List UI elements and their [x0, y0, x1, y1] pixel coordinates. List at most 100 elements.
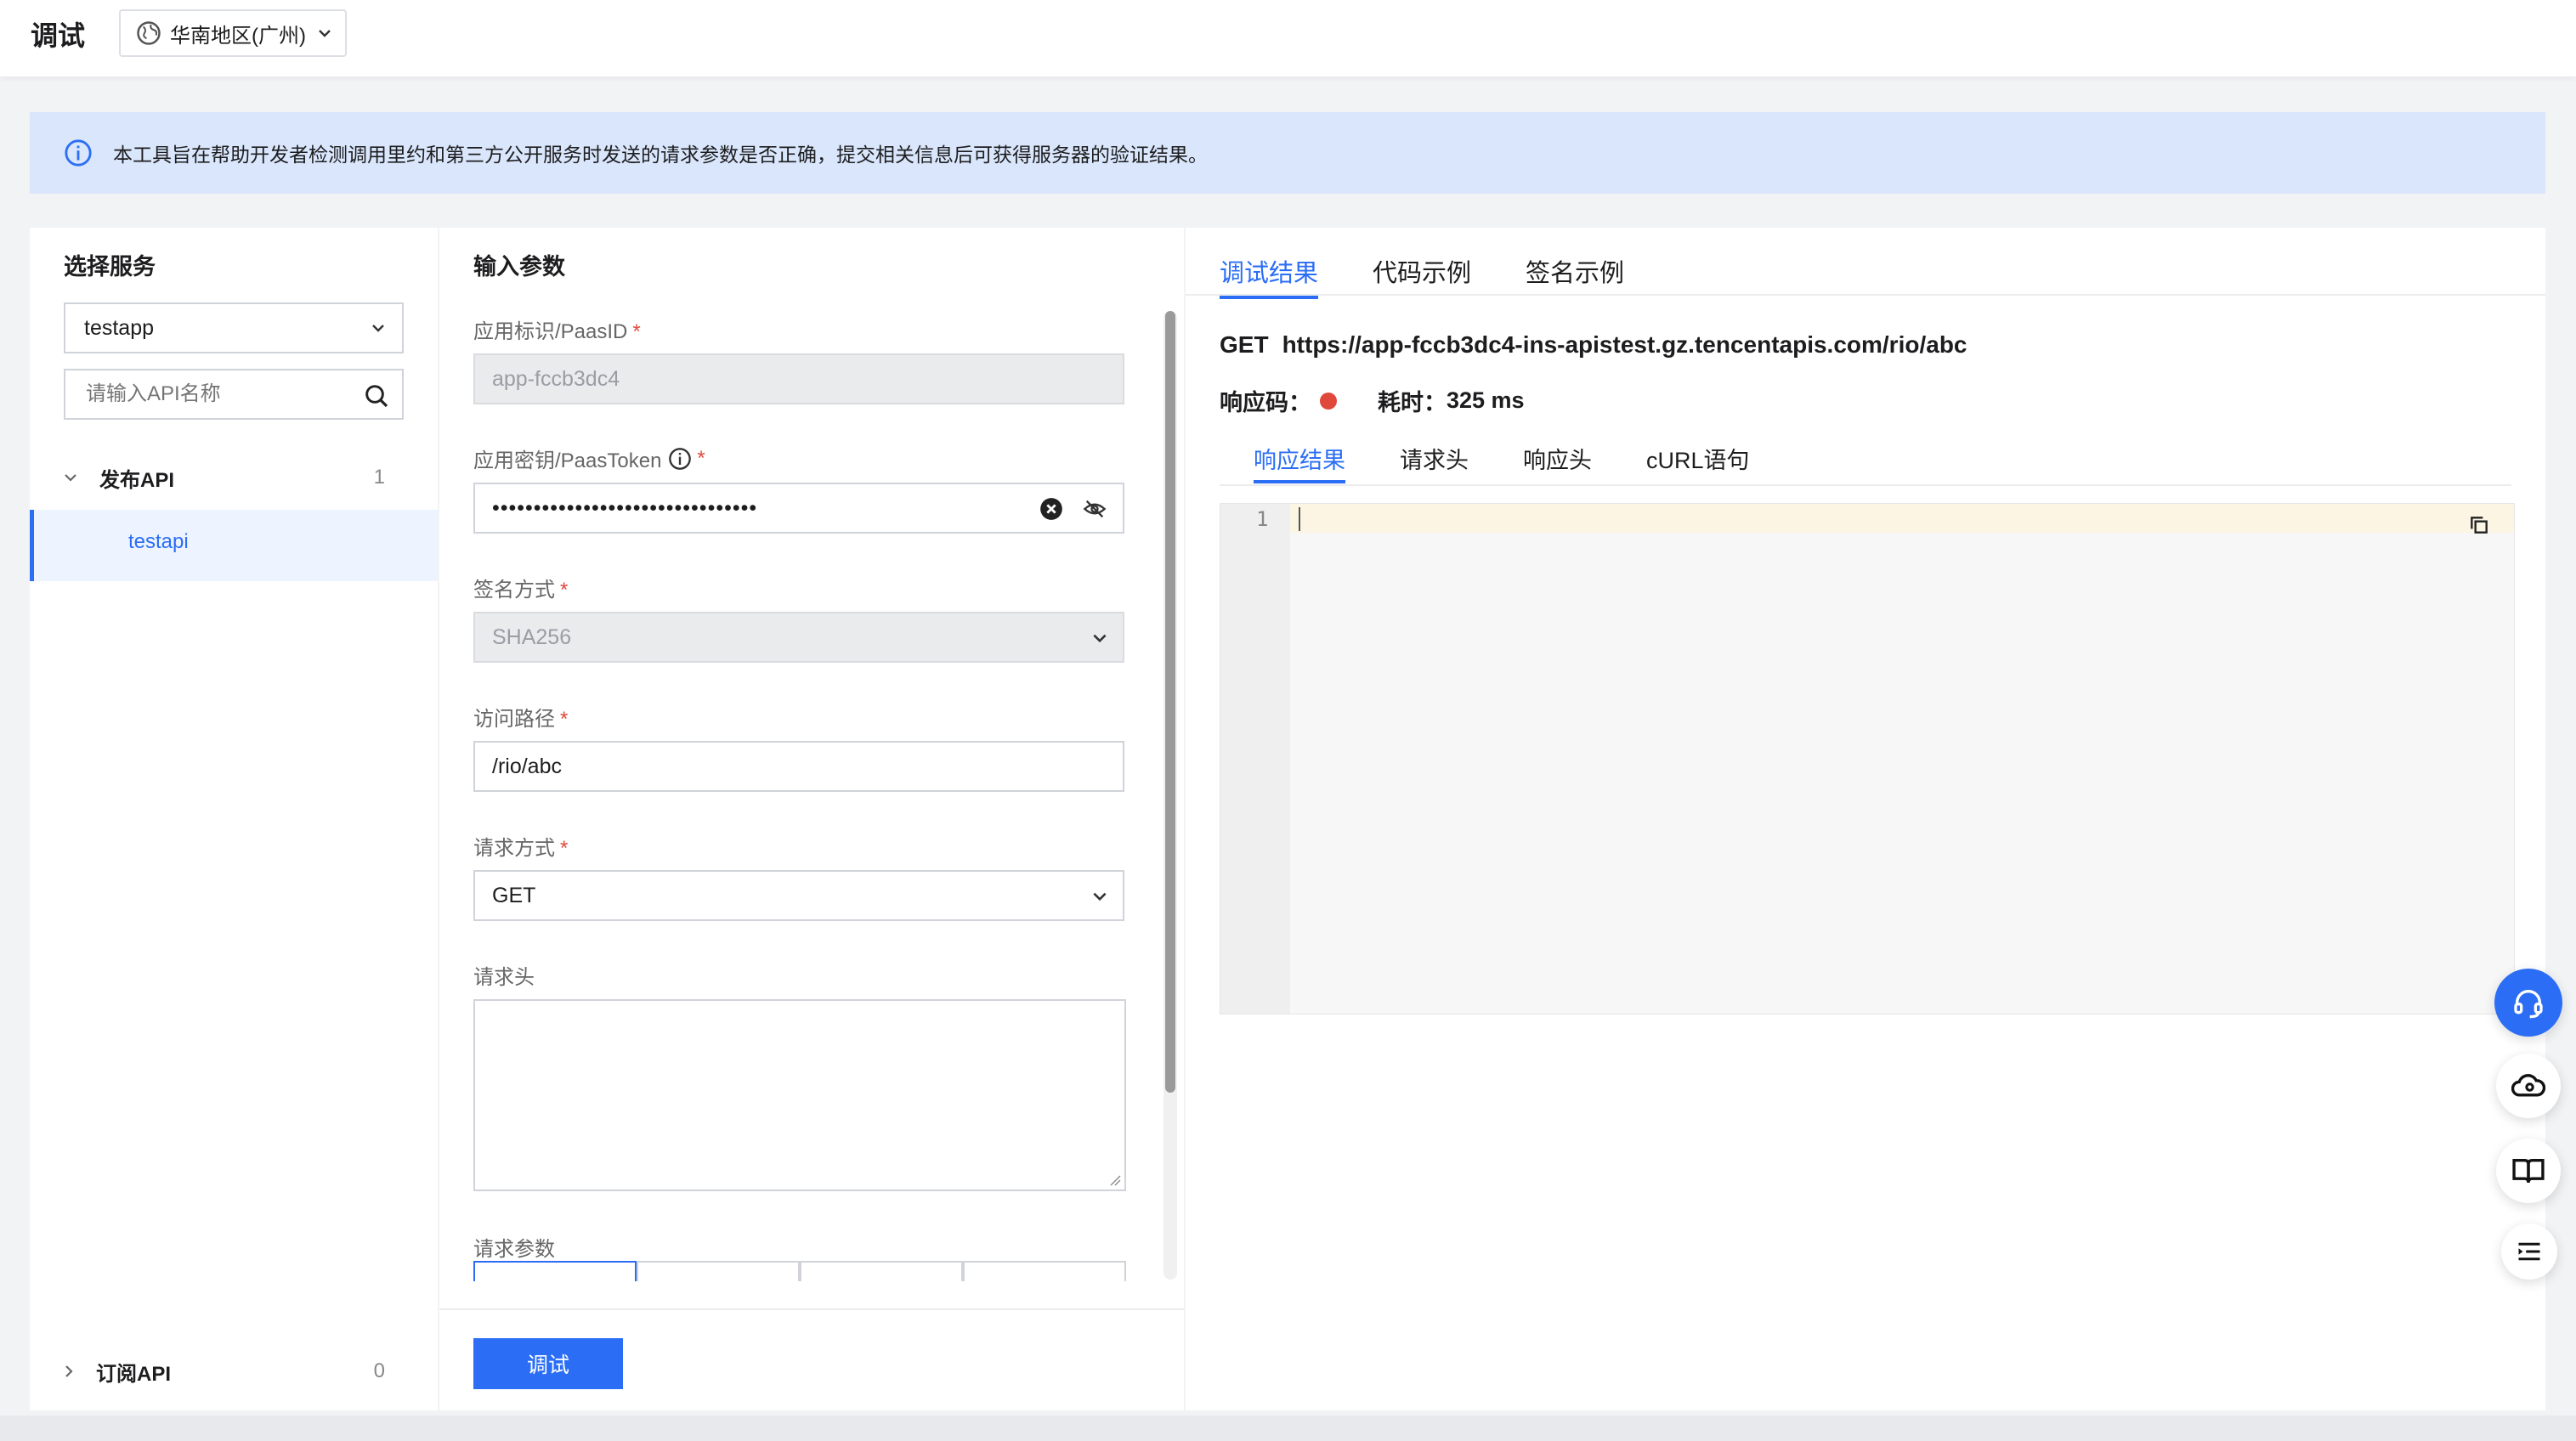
path-label-text: 访问路径	[473, 708, 555, 731]
sign-method-select[interactable]: SHA256	[473, 612, 1124, 663]
info-icon[interactable]	[668, 447, 692, 471]
status-code-label: 响应码：	[1220, 390, 1311, 415]
eye-off-icon[interactable]	[1082, 497, 1107, 521]
params-tab[interactable]	[473, 1261, 637, 1281]
paasid-label: 应用标识/PaasID *	[473, 314, 641, 344]
book-icon	[2512, 1159, 2545, 1183]
status-dot	[1320, 392, 1337, 410]
tree-group-label: 订阅API	[96, 1362, 172, 1386]
params-tab[interactable]	[963, 1261, 1126, 1281]
editor-gutter	[1220, 504, 1290, 1014]
top-bar: 调试 华南地区(广州)	[0, 0, 2576, 76]
text-caret	[1299, 507, 1300, 531]
tree-group-published[interactable]: 发布API 1	[30, 461, 438, 494]
response-subtabs: 响应结果 请求头 响应头 cURL语句	[1254, 442, 1804, 483]
method-label: 请求方式 *	[473, 831, 568, 861]
headers-label: 请求头	[473, 966, 535, 989]
tab-debug-result[interactable]: 调试结果	[1220, 253, 1319, 299]
cloud-button[interactable]	[2496, 1054, 2561, 1118]
paasid-input[interactable]: app-fccb3dc4	[473, 353, 1124, 404]
request-url: https://app-fccb3dc4-ins-apistest.gz.ten…	[1282, 331, 1967, 358]
service-select-value: testapp	[84, 315, 155, 340]
path-label: 访问路径 *	[473, 702, 568, 732]
notice-text: 本工具旨在帮助开发者检测调用里约和第三方公开服务时发送的请求参数是否正确，提交相…	[113, 144, 1208, 166]
tab-signature-sample[interactable]: 签名示例	[1526, 253, 1624, 299]
service-panel-title: 选择服务	[64, 254, 156, 280]
required-mark: *	[632, 320, 641, 343]
tree-item-label: testapi	[128, 530, 189, 553]
paastoken-value: ••••••••••••••••••••••••••••••••	[492, 495, 758, 520]
paastoken-label: 应用密钥/PaasToken *	[473, 444, 705, 473]
paastoken-label-text: 应用密钥/PaasToken	[473, 449, 662, 472]
request-line: GET https://app-fccb3dc4-ins-apistest.gz.…	[1220, 331, 1967, 359]
elapsed-label: 耗时：	[1378, 390, 1447, 415]
required-mark: *	[560, 837, 569, 860]
paastoken-input[interactable]: ••••••••••••••••••••••••••••••••	[473, 483, 1124, 534]
api-search-input[interactable]	[84, 381, 343, 407]
service-select[interactable]: testapp	[64, 302, 404, 353]
api-search-box[interactable]	[64, 369, 404, 420]
search-icon[interactable]	[363, 382, 390, 410]
headset-icon	[2514, 990, 2543, 1019]
params-panel: 输入参数 应用标识/PaasID * app-fccb3dc4 应用密钥/Paas…	[439, 228, 1184, 1410]
chevron-down-icon	[65, 474, 76, 482]
chevron-right-icon	[65, 1365, 73, 1377]
tree-group-label: 发布API	[99, 468, 175, 492]
bottom-strip	[0, 1416, 2576, 1441]
required-mark: *	[560, 708, 569, 731]
subtab-response-body[interactable]: 响应结果	[1254, 442, 1345, 483]
paasid-value: app-fccb3dc4	[492, 366, 620, 391]
path-input[interactable]: /rio/abc	[473, 741, 1124, 792]
required-mark: *	[697, 446, 705, 470]
globe-icon	[137, 21, 161, 45]
region-label: 华南地区(广州)	[170, 24, 306, 48]
chevron-down-icon	[1093, 892, 1107, 901]
status-line: 响应码： 耗时： 325 ms	[1220, 384, 1525, 417]
service-panel: 选择服务 testapp 发布API 1 testapi 订阅API 0	[30, 228, 438, 1410]
sign-method-label-text: 签名方式	[473, 579, 555, 602]
line-number: 1	[1256, 507, 1269, 531]
sign-method-label: 签名方式 *	[473, 573, 568, 602]
active-line-highlight	[1290, 504, 2514, 533]
params-tab[interactable]	[800, 1261, 963, 1281]
result-tabs: 调试结果 代码示例 签名示例	[1220, 253, 1679, 299]
elapsed-value: 325 ms	[1447, 387, 1525, 413]
chevron-down-icon	[319, 30, 331, 37]
params-panel-title: 输入参数	[473, 254, 565, 280]
support-button[interactable]	[2494, 969, 2562, 1037]
page-title: 调试	[31, 20, 86, 51]
required-mark: *	[560, 579, 569, 602]
tree-group-count: 0	[373, 1359, 385, 1382]
info-icon	[65, 139, 92, 167]
subtab-request-headers[interactable]: 请求头	[1400, 442, 1469, 483]
params-tab[interactable]	[637, 1261, 800, 1281]
menu-button[interactable]	[2501, 1223, 2557, 1280]
copy-icon[interactable]	[2468, 514, 2490, 536]
docs-button[interactable]	[2496, 1139, 2561, 1203]
footer-divider	[439, 1308, 1184, 1310]
subtab-curl[interactable]: cURL语句	[1646, 442, 1750, 483]
region-select[interactable]: 华南地区(广州)	[119, 9, 347, 57]
params-scrollbar[interactable]	[1163, 311, 1177, 1280]
params-label: 请求参数	[473, 1238, 555, 1261]
clear-icon[interactable]	[1039, 497, 1063, 521]
tree-group-count: 1	[373, 466, 385, 489]
subtab-response-headers[interactable]: 响应头	[1523, 442, 1592, 483]
headers-textarea[interactable]	[473, 999, 1126, 1191]
tree-item-testapi[interactable]: testapi	[30, 510, 438, 581]
cloud-icon	[2511, 1074, 2545, 1097]
chevron-down-icon	[372, 325, 384, 332]
tab-code-sample[interactable]: 代码示例	[1373, 253, 1471, 299]
list-icon	[2518, 1242, 2540, 1261]
tree-group-subscribed[interactable]: 订阅API 0	[30, 1354, 438, 1388]
params-tabs[interactable]	[473, 1261, 1126, 1281]
response-editor[interactable]: 1	[1220, 503, 2515, 1014]
tabs-divider	[1186, 294, 2545, 296]
method-select[interactable]: GET	[473, 870, 1124, 921]
chevron-down-icon	[1093, 634, 1107, 643]
result-panel: 调试结果 代码示例 签名示例 GET https://app-fccb3dc4-i…	[1186, 228, 2545, 1410]
debug-button[interactable]: 调试	[473, 1338, 623, 1389]
sign-method-value: SHA256	[492, 624, 572, 649]
resize-handle-icon[interactable]	[1107, 1173, 1121, 1186]
scrollbar-thumb[interactable]	[1165, 311, 1175, 1093]
